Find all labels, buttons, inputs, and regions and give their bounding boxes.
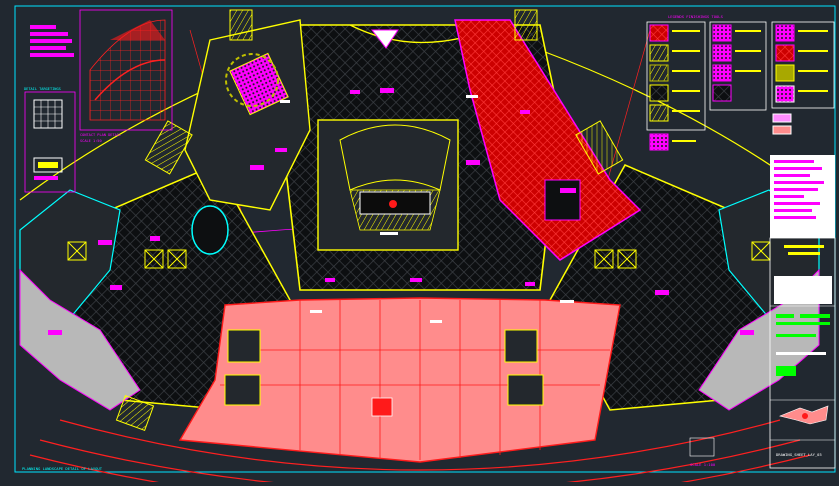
footer-right-label: SCALE 1:100	[690, 462, 716, 467]
finishes-legend: LEGENDS FINISHINGS TOOLS	[646, 14, 835, 151]
detail-inset-upper: CONTACT PLAN DETAIL SCALE 1:50	[79, 9, 173, 143]
sheet-number: DRAWING_SHEET_LAY_03	[776, 452, 822, 457]
key-plan-icon	[779, 405, 829, 425]
oval-feature	[191, 205, 229, 255]
floor-plan-drawing: CONTACT PLAN DETAIL SCALE 1:50 DETAIL TA…	[14, 5, 836, 486]
service-core-left	[227, 329, 261, 363]
detail-upper-scale: SCALE 1:50	[80, 139, 102, 143]
detail-upper-title: CONTACT PLAN DETAIL	[80, 133, 121, 137]
central-atrium	[317, 119, 459, 251]
notes-block-top-left	[30, 25, 74, 57]
detail-left-title: DETAIL TARGETINGS	[24, 87, 61, 91]
footer-left-label: PLANNING LANDSCAPE DETAIL OF LAYOUT	[22, 466, 103, 471]
cad-drawing-sheet: CONTACT PLAN DETAIL SCALE 1:50 DETAIL TA…	[0, 0, 839, 486]
service-core-right	[504, 329, 538, 363]
legend-title: LEGENDS FINISHINGS TOOLS	[668, 14, 724, 19]
detail-inset-left: DETAIL TARGETINGS	[24, 87, 76, 193]
